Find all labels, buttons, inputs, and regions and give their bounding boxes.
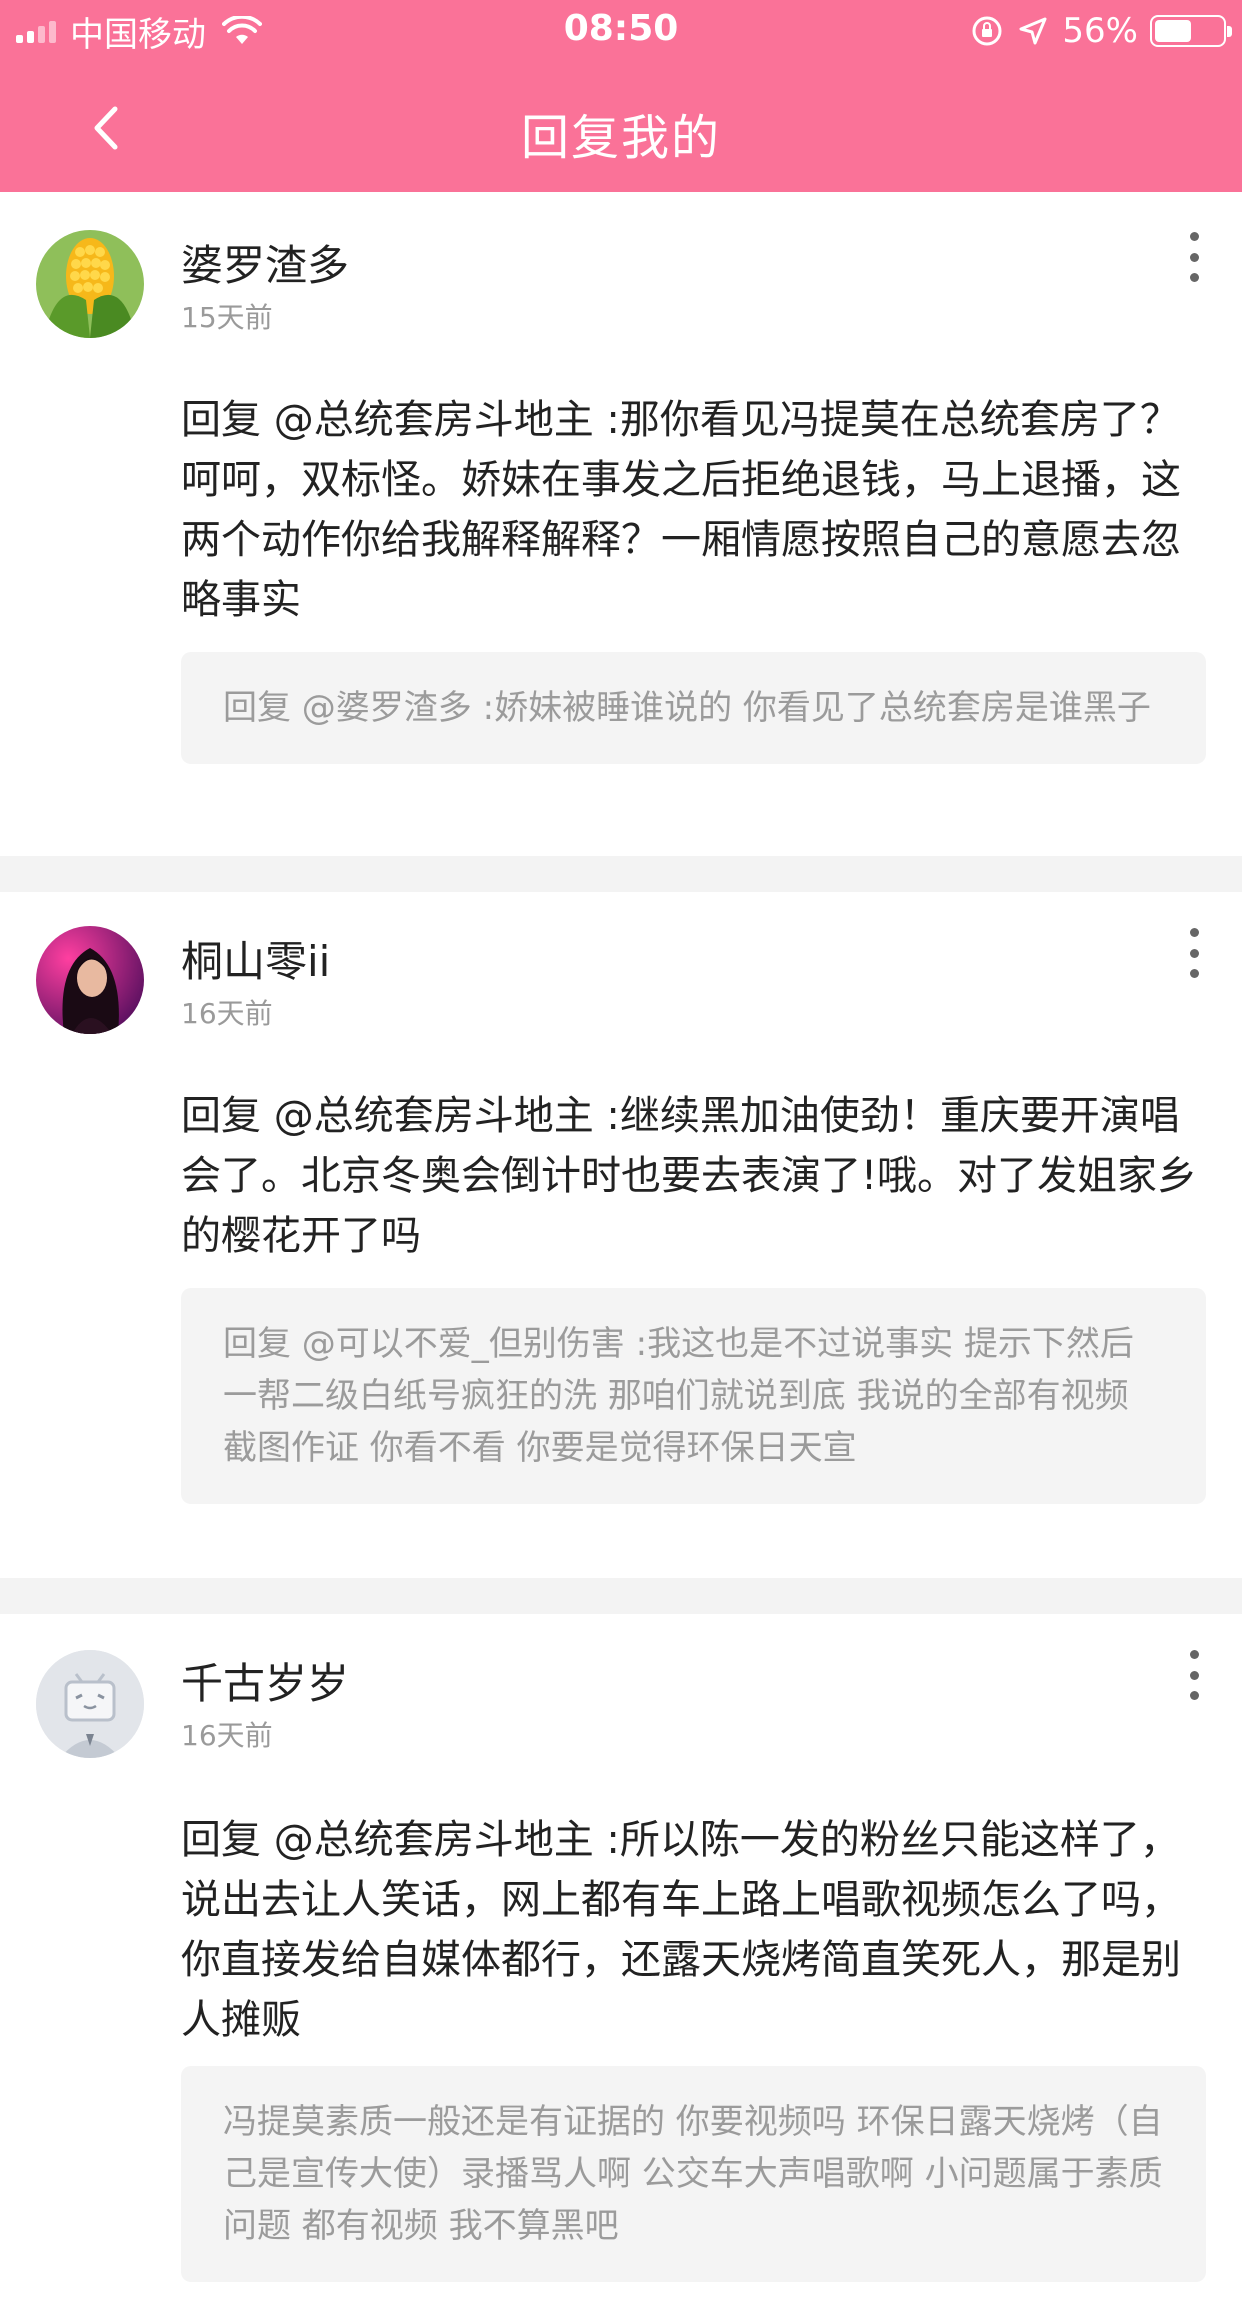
quoted-comment[interactable]: 回复 @可以不爱_但别伤害 :我这也是不过说事实 提示下然后一帮二级白纸号疯狂的… [181, 1288, 1206, 1504]
nav-bar: 回复我的 [0, 62, 1242, 192]
tv-mascot-avatar[interactable] [36, 1650, 144, 1758]
reply-time: 16天前 [181, 1719, 273, 1752]
quoted-comment[interactable]: 回复 @婆罗渣多 :娇妹被睡谁说的 你看见了总统套房是谁黑子 [181, 652, 1206, 764]
section-divider [0, 1578, 1242, 1614]
battery-icon [1150, 15, 1232, 47]
reply-content[interactable]: 回复 @总统套房斗地主 :所以陈一发的粉丝只能这样了，说出去让人笑话，网上都有车… [181, 1810, 1211, 2050]
status-right: 56% [970, 8, 1232, 54]
more-options-button[interactable] [1184, 232, 1204, 282]
reply-time: 15天前 [181, 301, 273, 334]
reply-list: 婆罗渣多 15天前 回复 @总统套房斗地主 :那你看见冯提莫在总统套房了？呵呵，… [0, 192, 1242, 2314]
reply-card: 婆罗渣多 15天前 回复 @总统套房斗地主 :那你看见冯提莫在总统套房了？呵呵，… [0, 192, 1242, 856]
reply-time: 16天前 [181, 997, 273, 1030]
rotation-lock-icon [972, 16, 1002, 46]
section-divider [0, 856, 1242, 892]
reply-content[interactable]: 回复 @总统套房斗地主 :那你看见冯提莫在总统套房了？呵呵，双标怪。娇妹在事发之… [181, 390, 1211, 630]
username[interactable]: 千古岁岁 [181, 1650, 349, 1711]
username[interactable]: 桐山零ii [181, 928, 330, 989]
header: 中国移动 08:50 56% 回复我的 [0, 0, 1242, 192]
more-options-button[interactable] [1184, 1650, 1204, 1700]
status-bar: 中国移动 08:50 56% [0, 0, 1242, 62]
corn-avatar[interactable] [36, 230, 144, 338]
battery-fill [1155, 20, 1191, 42]
reply-card: 桐山零ii 16天前 回复 @总统套房斗地主 :继续黑加油使劲！重庆要开演唱会了… [0, 892, 1242, 1578]
page-title: 回复我的 [520, 110, 721, 166]
reply-card: 千古岁岁 16天前 回复 @总统套房斗地主 :所以陈一发的粉丝只能这样了，说出去… [0, 1614, 1242, 2314]
reply-content[interactable]: 回复 @总统套房斗地主 :继续黑加油使劲！重庆要开演唱会了。北京冬奥会倒计时也要… [181, 1086, 1211, 1266]
location-arrow-icon [1019, 17, 1047, 45]
more-options-button[interactable] [1184, 928, 1204, 978]
quoted-comment[interactable]: 冯提莫素质一般还是有证据的 你要视频吗 环保日露天烧烤（自己是宣传大使）录播骂人… [181, 2066, 1206, 2282]
battery-percent: 56% [1062, 11, 1138, 51]
username[interactable]: 婆罗渣多 [181, 232, 349, 293]
girl-portrait-avatar[interactable] [36, 926, 144, 1034]
